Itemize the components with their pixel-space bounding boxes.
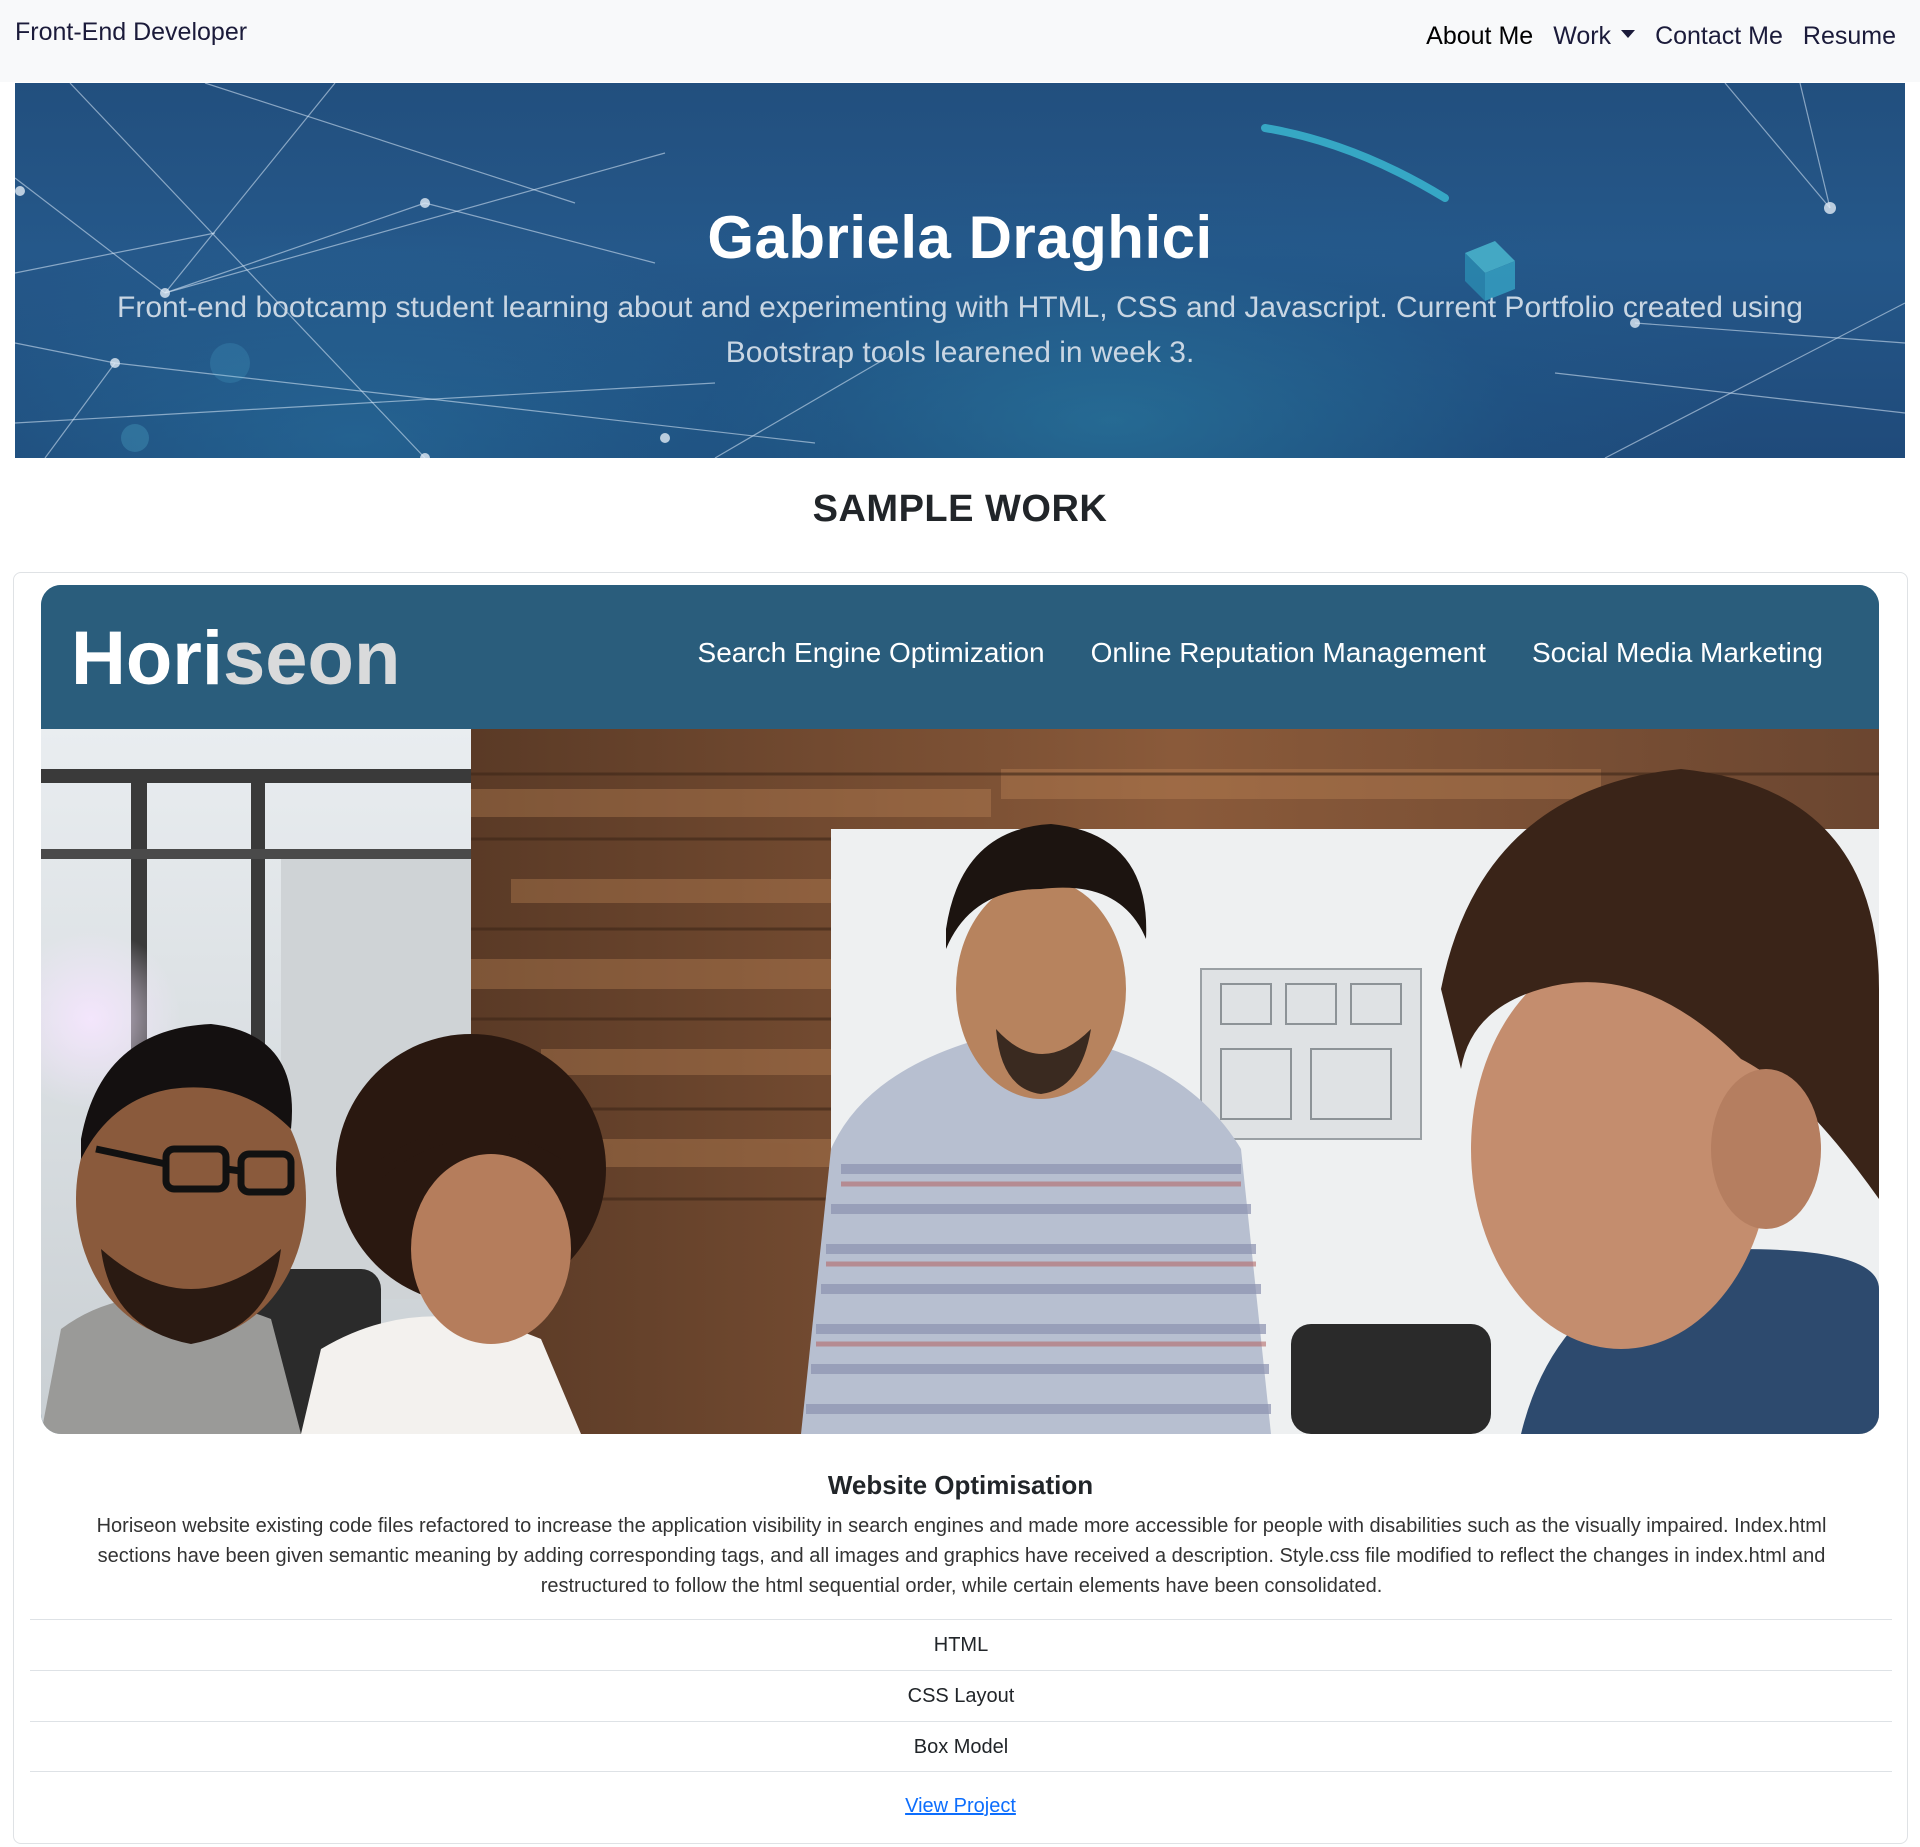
nav-about-me[interactable]: About Me [1426,22,1533,51]
nav-work[interactable]: Work [1553,22,1611,50]
sample-work-heading: SAMPLE WORK [812,488,1108,530]
list-item: Box Model [30,1721,1892,1772]
horiseon-logo: Horiseon [71,615,400,702]
list-item: CSS Layout [30,1670,1892,1721]
list-item: HTML [30,1619,1892,1670]
screenshot-nav-item: Search Engine Optimization [697,637,1045,668]
team-meeting-photo [41,729,1879,1434]
screenshot-nav-item: Social Media Marketing [1531,637,1823,668]
screenshot-nav: Search Engine Optimization Online Reputa… [698,637,1823,669]
project-title: Website Optimisation [827,1470,1094,1500]
navbar-brand[interactable]: Front-End Developer [15,18,247,47]
project-card: Horiseon Search Engine Optimization Onli… [13,572,1908,1844]
project-tags-list: HTML CSS Layout Box Model [30,1619,1892,1772]
nav-links: About Me Work Contact Me Resume [1426,22,1896,51]
chevron-down-icon[interactable] [1621,30,1636,39]
screenshot-nav-item: Online Reputation Management [1090,637,1486,668]
hero-banner: Gabriela Draghici Front-end bootcamp stu… [15,83,1905,458]
logo-part-b: seon [223,616,401,701]
project-description: Horiseon website existing code files ref… [96,1515,1827,1597]
logo-part-a: Hori [71,616,223,701]
nav-resume[interactable]: Resume [1803,22,1896,51]
screenshot-header: Horiseon Search Engine Optimization Onli… [41,585,1879,729]
nav-work-dropdown[interactable]: Work [1553,22,1636,51]
nav-contact-me[interactable]: Contact Me [1655,22,1783,51]
project-screenshot: Horiseon Search Engine Optimization Onli… [41,585,1879,1434]
view-project-link[interactable]: View Project [14,1795,1907,1818]
navbar: Front-End Developer About Me Work Contac… [0,0,1920,82]
hero-subtitle: Front-end bootcamp student learning abou… [117,291,1803,369]
hero-title: Gabriela Draghici [707,204,1213,271]
